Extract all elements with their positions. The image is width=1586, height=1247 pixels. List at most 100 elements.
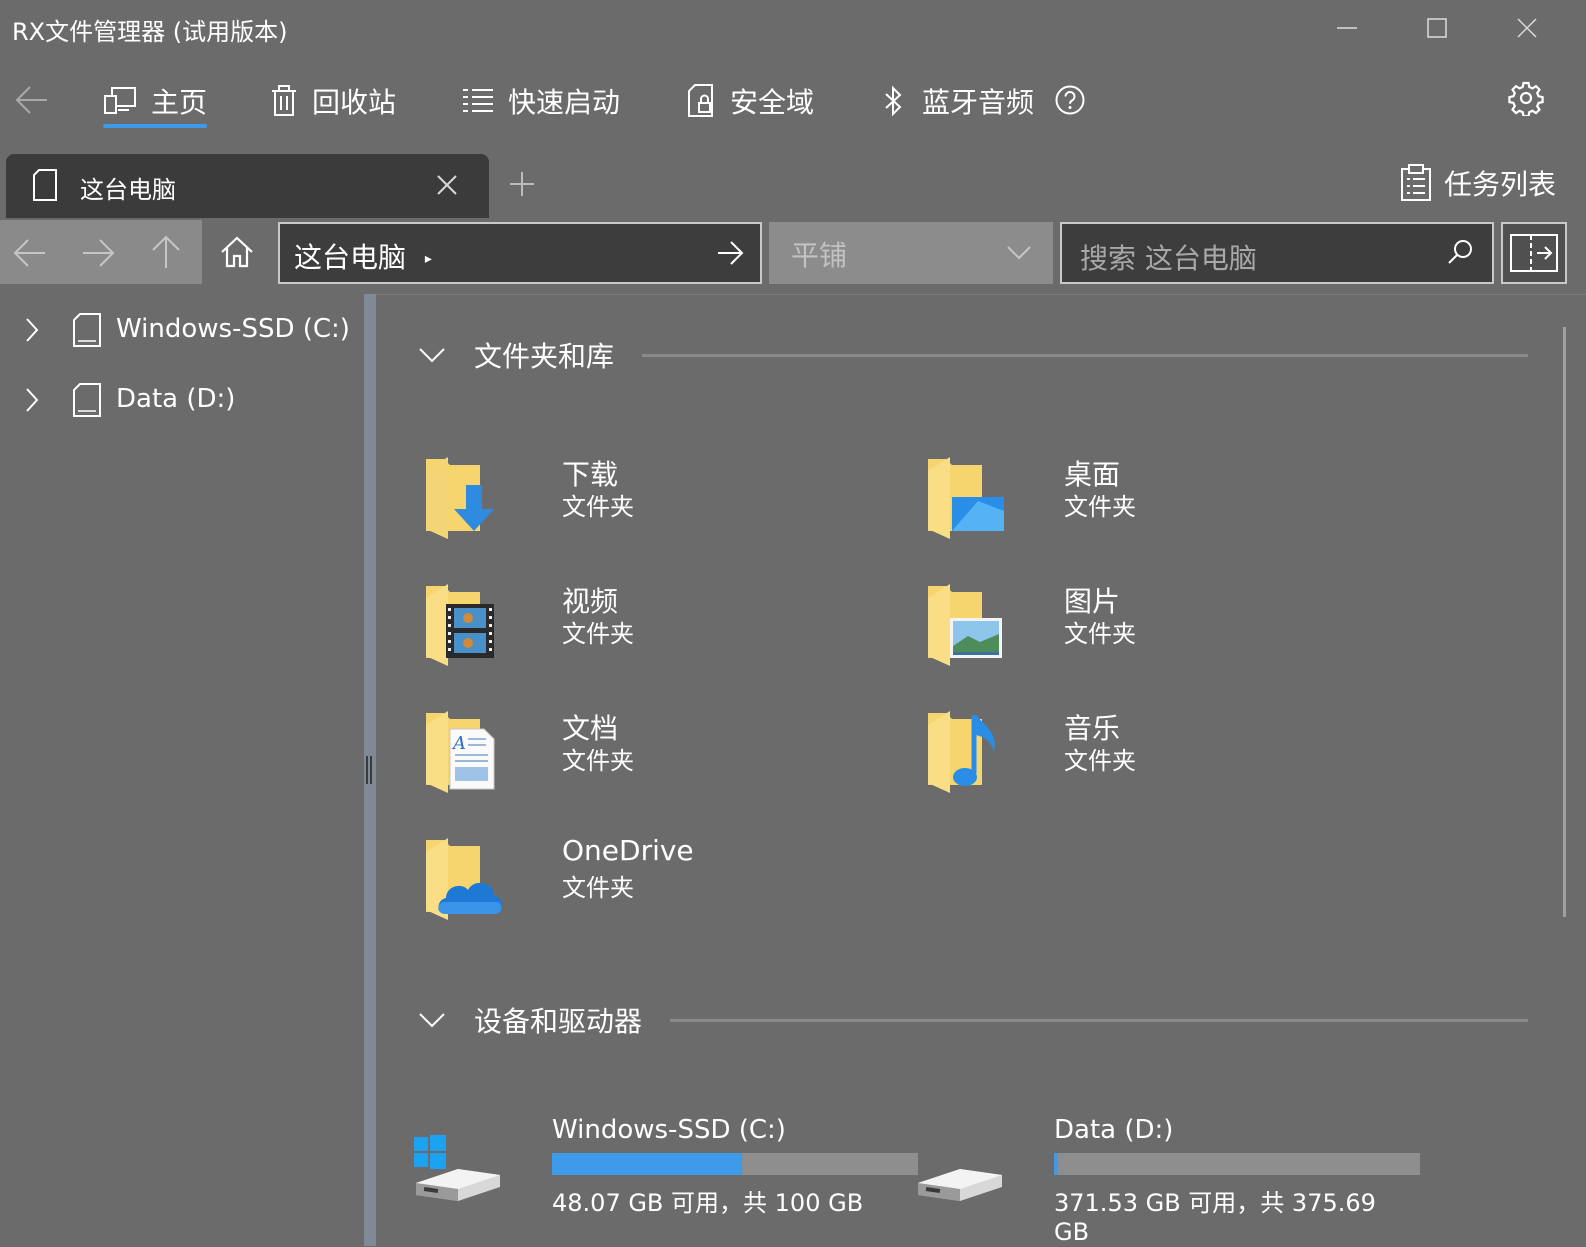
- home-button[interactable]: [202, 220, 272, 284]
- back-button-disabled[interactable]: [12, 235, 48, 271]
- bluetooth-icon: [885, 85, 902, 117]
- list-icon: [463, 89, 493, 112]
- folder-onedrive[interactable]: OneDrive 文件夹: [422, 834, 842, 944]
- folder-picture-icon: [928, 584, 1002, 666]
- folder-type: 文件夹: [1064, 747, 1136, 775]
- arrow-right-icon: [83, 239, 115, 267]
- hard-drive-icon: [918, 1169, 1002, 1201]
- folder-videos[interactable]: 视频 文件夹: [422, 580, 842, 690]
- close-icon: [437, 175, 457, 195]
- go-button[interactable]: [716, 239, 744, 267]
- folder-type: 文件夹: [562, 493, 634, 521]
- settings-button[interactable]: [1508, 80, 1544, 116]
- drive-name: Data (D:): [1054, 1115, 1174, 1145]
- close-button[interactable]: [1482, 0, 1572, 56]
- folder-music[interactable]: 音乐 文件夹: [924, 707, 1344, 817]
- folder-type: 文件夹: [562, 874, 634, 902]
- folder-cloud-icon: [426, 838, 503, 920]
- chevron-right-icon[interactable]: [22, 316, 42, 344]
- help-button[interactable]: [1054, 84, 1086, 116]
- folder-desktop-icon: [928, 457, 1004, 539]
- sidebar-item-c-drive[interactable]: Windows-SSD (C:): [0, 300, 364, 360]
- folder-downloads[interactable]: 下载 文件夹: [422, 453, 842, 563]
- close-icon: [1517, 18, 1537, 38]
- breadcrumb-separator[interactable]: ▸: [425, 251, 432, 267]
- search-input[interactable]: 搜索 这台电脑: [1080, 237, 1257, 277]
- folder-download-icon: [426, 457, 494, 539]
- arrow-left-icon: [13, 239, 45, 267]
- breadcrumb-this-pc[interactable]: 这台电脑: [294, 241, 406, 274]
- new-tab-button[interactable]: [508, 170, 536, 198]
- nav-home[interactable]: 主页: [103, 78, 207, 124]
- drive-usage-fill: [1054, 1153, 1059, 1175]
- search-icon: [1448, 240, 1472, 264]
- folder-type: 文件夹: [1064, 493, 1136, 521]
- nav-bluetooth-audio[interactable]: 蓝牙音频: [880, 78, 1034, 124]
- arrow-right-icon: [718, 241, 744, 265]
- section-title: 文件夹和库: [474, 340, 615, 373]
- nav-recycle-bin-label: 回收站: [312, 86, 397, 119]
- gear-icon: [1508, 81, 1544, 116]
- folder-video-icon: [426, 584, 494, 666]
- tab-this-pc[interactable]: 这台电脑: [6, 154, 489, 218]
- drive-icon: [73, 383, 101, 417]
- maximize-button[interactable]: [1392, 0, 1482, 56]
- folder-name: OneDrive: [562, 834, 694, 867]
- clipboard-icon: [1400, 164, 1431, 201]
- search-button[interactable]: [1446, 238, 1474, 266]
- plus-icon: [510, 172, 534, 196]
- folder-desktop[interactable]: 桌面 文件夹: [924, 453, 1344, 563]
- up-button[interactable]: [148, 234, 184, 270]
- tab-label: 这台电脑: [80, 176, 176, 204]
- search-box[interactable]: 搜索 这台电脑: [1060, 222, 1494, 284]
- maximize-icon: [1427, 18, 1447, 38]
- system-drive-icon: [414, 1135, 500, 1201]
- folder-music-icon: [928, 711, 995, 793]
- folder-type: 文件夹: [1064, 620, 1136, 648]
- chevron-down-icon: [419, 348, 445, 363]
- nav-secure-domain-label: 安全域: [730, 86, 815, 119]
- address-path[interactable]: 这台电脑 ▸: [294, 236, 432, 276]
- section-header-drives[interactable]: 设备和驱动器: [416, 1000, 642, 1040]
- nav-secure-domain[interactable]: 安全域: [686, 78, 814, 124]
- arrow-up-icon: [152, 235, 180, 268]
- vertical-scrollbar[interactable]: [1563, 327, 1566, 917]
- minimize-icon: [1337, 27, 1357, 29]
- nav-quick-launch[interactable]: 快速启动: [462, 78, 620, 124]
- folder-document-icon: A: [426, 711, 495, 793]
- address-bar[interactable]: 这台电脑 ▸: [278, 222, 762, 284]
- home-screen-icon: [104, 87, 136, 114]
- folder-pictures[interactable]: 图片 文件夹: [924, 580, 1344, 690]
- drive-free-space: 371.53 GB 可用，共 375.69 GB: [1054, 1189, 1376, 1246]
- sidebar: Windows-SSD (C:) Data (D:): [0, 294, 364, 1246]
- minimize-button[interactable]: [1302, 0, 1392, 56]
- folder-type: 文件夹: [562, 747, 634, 775]
- nav-recycle-bin[interactable]: 回收站: [270, 78, 396, 124]
- splitter-grip[interactable]: [366, 756, 372, 784]
- drive-usage-bar: [552, 1153, 918, 1175]
- tab-close-button[interactable]: [434, 172, 460, 198]
- forward-button[interactable]: [80, 235, 116, 271]
- nav-home-label: 主页: [151, 86, 208, 119]
- section-header-folders[interactable]: 文件夹和库: [416, 335, 614, 375]
- folder-type: 文件夹: [562, 620, 634, 648]
- drive-c[interactable]: Windows-SSD (C:) 48.07 GB 可用，共 100 GB: [412, 1115, 918, 1225]
- window-title: RX文件管理器 (试用版本): [12, 18, 288, 46]
- sidebar-item-d-drive[interactable]: Data (D:): [0, 370, 364, 430]
- folder-documents[interactable]: A 文档 文件夹: [422, 707, 842, 817]
- arrow-left-icon: [15, 86, 47, 114]
- drive-icon: [33, 169, 57, 201]
- main-content: 文件夹和库 下载 文件夹 桌面 文件夹 视频 文件夹 图片 文件夹 A 文档 文…: [376, 294, 1586, 1247]
- task-list-button[interactable]: 任务列表: [1400, 163, 1556, 203]
- back-button[interactable]: [14, 82, 50, 118]
- drive-d[interactable]: Data (D:) 371.53 GB 可用，共 375.69 GB: [914, 1115, 1420, 1246]
- chevron-right-icon[interactable]: [22, 386, 42, 414]
- nav-bluetooth-audio-label: 蓝牙音频: [922, 86, 1035, 119]
- drive-free-space: 48.07 GB 可用，共 100 GB: [552, 1189, 864, 1217]
- section-title: 设备和驱动器: [474, 1005, 643, 1038]
- home-icon: [221, 236, 253, 268]
- view-mode-select[interactable]: 平铺: [769, 222, 1053, 284]
- drive-name: Windows-SSD (C:): [552, 1115, 786, 1145]
- sidebar-item-label: Windows-SSD (C:): [116, 314, 350, 344]
- toggle-pane-button[interactable]: [1501, 222, 1567, 284]
